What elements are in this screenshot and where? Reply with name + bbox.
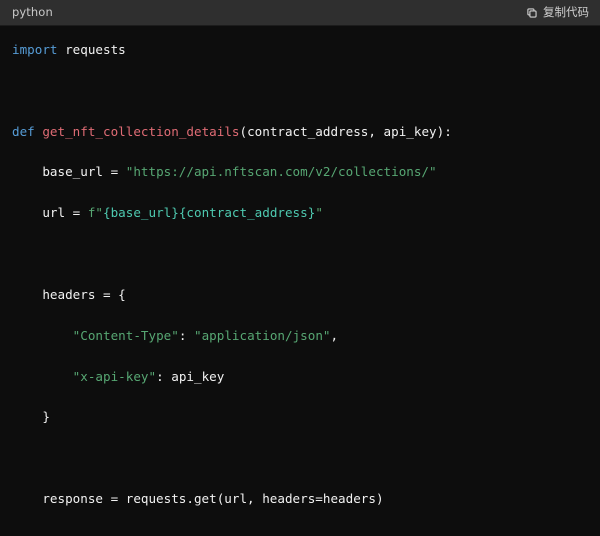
token-plain: requests xyxy=(58,42,126,57)
code-line: def get_nft_collection_details(contract_… xyxy=(12,122,588,142)
code-line: "x-api-key": api_key xyxy=(12,367,588,387)
token-plain xyxy=(12,369,73,384)
copy-code-label: 复制代码 xyxy=(543,7,589,19)
copy-icon xyxy=(526,7,538,19)
token-plain: headers = { xyxy=(12,287,126,302)
language-label: python xyxy=(12,7,53,19)
token-str2: "x-api-key" xyxy=(73,369,156,384)
token-str2: "https://api.nftscan.com/v2/collections/… xyxy=(126,164,437,179)
code-line: ​ xyxy=(12,244,588,264)
code-block-header: python 复制代码 xyxy=(0,0,600,26)
copy-code-button[interactable]: 复制代码 xyxy=(526,7,589,19)
code-line: ​ xyxy=(12,81,588,101)
code-line: import requests xyxy=(12,40,588,60)
token-str2: "application/json" xyxy=(194,328,330,343)
token-str2: f" xyxy=(88,205,103,220)
token-str2: "Content-Type" xyxy=(73,328,179,343)
code-line: ​ xyxy=(12,530,588,536)
code-line: ​ xyxy=(12,448,588,468)
code-line: url = f"{base_url}{contract_address}" xyxy=(12,203,588,223)
token-plain: url = xyxy=(12,205,88,220)
token-interp: {base_url} xyxy=(103,205,179,220)
code-line: headers = { xyxy=(12,285,588,305)
code-line: } xyxy=(12,407,588,427)
token-plain: (contract_address, api_key): xyxy=(239,124,451,139)
token-plain: , xyxy=(330,328,338,343)
token-kw: import xyxy=(12,42,58,57)
token-func: get_nft_collection_details xyxy=(42,124,239,139)
token-plain: response = requests.get(url, headers=hea… xyxy=(12,491,384,506)
token-plain xyxy=(12,328,73,343)
token-interp: {contract_address} xyxy=(179,205,315,220)
code-line: response = requests.get(url, headers=hea… xyxy=(12,489,588,509)
code-line: base_url = "https://api.nftscan.com/v2/c… xyxy=(12,162,588,182)
code-block: python 复制代码 import requests ​ def get_nf… xyxy=(0,0,600,536)
token-kw: def xyxy=(12,124,35,139)
token-plain: : api_key xyxy=(156,369,224,384)
token-plain: : xyxy=(179,328,194,343)
code-scroll-area[interactable]: import requests ​ def get_nft_collection… xyxy=(0,26,600,536)
token-plain: } xyxy=(12,409,50,424)
code-line: "Content-Type": "application/json", xyxy=(12,326,588,346)
token-str2: " xyxy=(315,205,323,220)
token-plain: base_url = xyxy=(12,164,126,179)
source-code: import requests ​ def get_nft_collection… xyxy=(12,40,588,536)
